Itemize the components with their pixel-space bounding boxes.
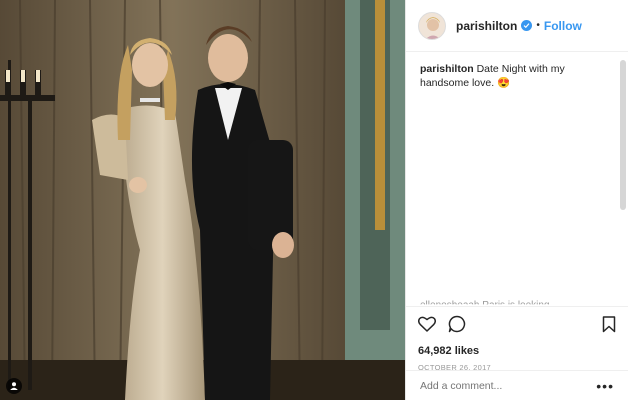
- comments-scrollbar[interactable]: [620, 60, 626, 210]
- heart-icon[interactable]: [418, 316, 436, 332]
- post-header: parishilton • Follow: [406, 0, 628, 52]
- person-icon: [10, 382, 18, 390]
- add-comment-bar: •••: [406, 370, 628, 400]
- more-options-button[interactable]: •••: [596, 379, 614, 393]
- post-photo[interactable]: [0, 0, 405, 400]
- actions-section: 64,982 likes OCTOBER 26, 2017: [406, 306, 628, 376]
- caption-username[interactable]: parishilton: [420, 63, 474, 75]
- avatar-image: [419, 12, 445, 39]
- separator-dot: •: [536, 20, 540, 31]
- tagged-users-button[interactable]: [6, 378, 22, 394]
- caption: parishilton Date Night with my handsome …: [420, 62, 610, 90]
- post-side-panel: parishilton • Follow parishilton Date Ni…: [405, 0, 628, 400]
- speech-bubble-icon[interactable]: [448, 315, 466, 333]
- username-link[interactable]: parishilton: [456, 19, 517, 33]
- likes-count[interactable]: 64,982 likes: [418, 345, 616, 357]
- avatar[interactable]: [418, 11, 446, 40]
- couple-photo-illustration: [0, 0, 405, 400]
- action-icons: [418, 315, 616, 333]
- verified-badge-icon: [521, 20, 533, 31]
- comment-input[interactable]: [420, 379, 597, 392]
- bookmark-icon[interactable]: [602, 315, 616, 333]
- follow-button[interactable]: Follow: [544, 19, 582, 33]
- comments-area[interactable]: parishilton Date Night with my handsome …: [406, 52, 628, 304]
